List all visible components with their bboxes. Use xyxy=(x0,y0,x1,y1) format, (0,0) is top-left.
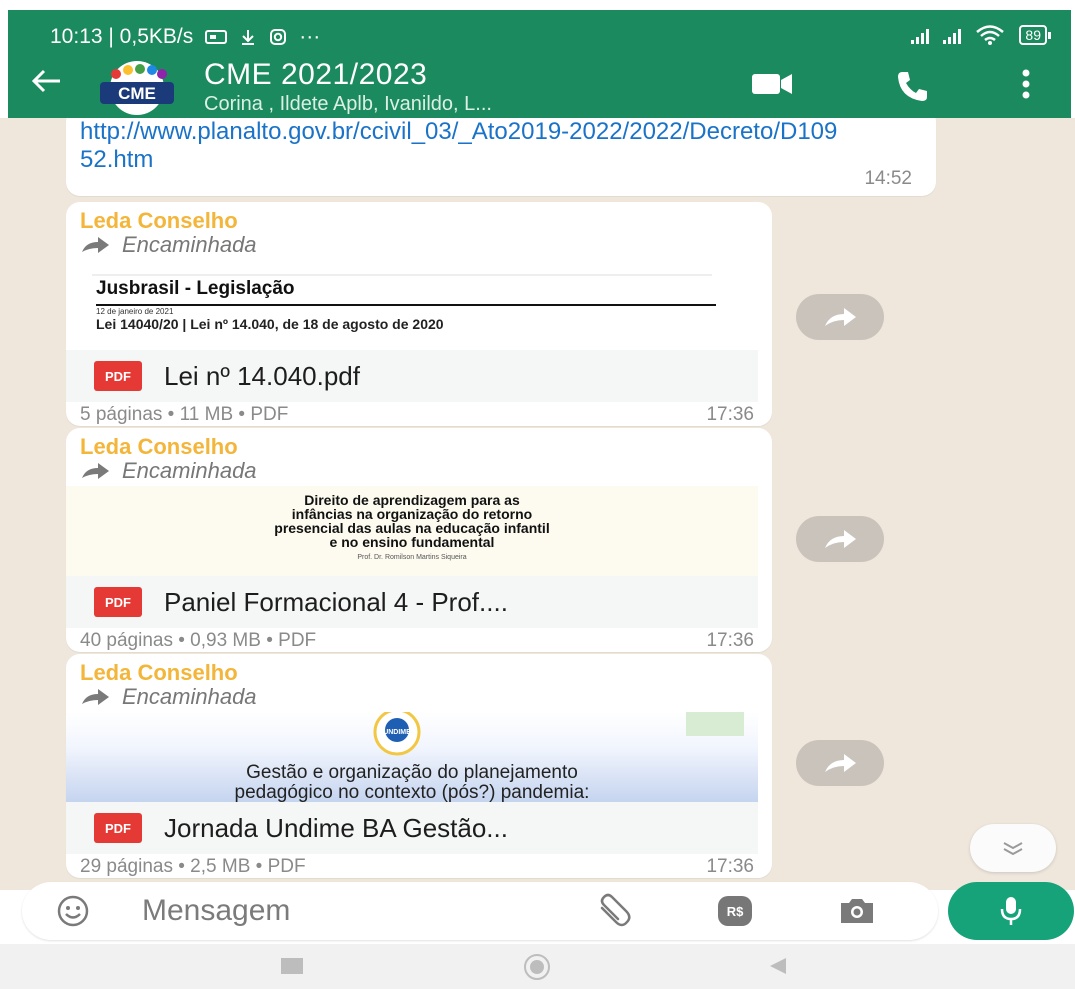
file-name: Paniel Formacional 4 - Prof.... xyxy=(164,586,508,617)
app-bar: CME CME 2021/2023 Corina , Ildete Aplb, … xyxy=(8,56,1071,118)
forwarded-label: Encaminhada xyxy=(80,684,257,710)
logo-text: UNDIME xyxy=(383,729,411,736)
video-call-button[interactable] xyxy=(750,68,794,103)
message-time: 17:36 xyxy=(706,630,754,651)
forward-button[interactable] xyxy=(796,516,884,562)
preview-title: Jusbrasil - Legislação xyxy=(96,278,295,299)
forwarded-label: Encaminhada xyxy=(80,458,257,484)
arrow-left-icon xyxy=(31,69,60,93)
preview-line: Gestão e organização do planejamento xyxy=(246,762,578,783)
pdf-icon: PDF xyxy=(94,361,142,391)
message-time: 17:36 xyxy=(706,404,754,425)
preview-line: pedagógico no contexto (pós?) pandemia: xyxy=(234,782,590,802)
download-icon xyxy=(242,30,255,45)
signal-icon xyxy=(911,26,930,44)
forward-button[interactable] xyxy=(796,294,884,340)
voice-message-button[interactable] xyxy=(948,882,1074,940)
document-message[interactable]: Leda Conselho Encaminhada Jusbrasil - Le… xyxy=(66,202,772,426)
sender-name: Leda Conselho xyxy=(80,208,238,233)
message-time: 17:36 xyxy=(706,856,754,877)
avatar-text: CME xyxy=(118,84,156,103)
preview-date: 12 de janeiro de 2021 xyxy=(96,307,174,316)
recent-apps-button[interactable] xyxy=(281,958,303,974)
preview-subtitle: Lei 14040/20 | Lei nº 14.040, de 18 de a… xyxy=(96,316,444,332)
forwarded-text: Encaminhada xyxy=(122,684,257,709)
phone-icon xyxy=(898,72,927,101)
sender-name: Leda Conselho xyxy=(80,660,238,685)
kebab-menu-icon xyxy=(1022,69,1030,99)
share-arrow-icon xyxy=(825,308,856,326)
emoji-icon xyxy=(57,895,89,927)
home-button[interactable] xyxy=(524,954,550,980)
preview-line: e no ensino fundamental xyxy=(329,534,495,550)
file-row[interactable]: PDF Jornada Undime BA Gestão... xyxy=(66,802,758,854)
group-avatar[interactable]: CME xyxy=(86,60,188,116)
battery-icon: 89 xyxy=(1019,25,1051,45)
signal-icon-2 xyxy=(943,26,962,44)
emoji-button[interactable] xyxy=(56,894,90,933)
preview-author: Prof. Dr. Romilson Martins Siqueira xyxy=(357,554,467,561)
document-message[interactable]: Leda Conselho Encaminhada UNDIME Gestão … xyxy=(66,654,772,878)
sender-name: Leda Conselho xyxy=(80,434,238,459)
message-bubble-link[interactable]: http://www.planalto.gov.br/ccivil_03/_At… xyxy=(66,118,936,196)
forwarded-text: Encaminhada xyxy=(122,458,257,483)
pdf-icon: PDF xyxy=(94,587,142,617)
file-name: Jornada Undime BA Gestão... xyxy=(164,812,508,843)
payment-button[interactable]: R$ xyxy=(718,896,752,926)
forward-icon xyxy=(82,689,109,705)
forward-icon xyxy=(82,237,109,253)
undime-logo: UNDIME xyxy=(373,712,421,756)
message-input[interactable] xyxy=(142,892,562,930)
forward-button[interactable] xyxy=(796,740,884,786)
wifi-icon xyxy=(976,25,1005,45)
message-time: 14:52 xyxy=(864,168,912,189)
pdf-icon: PDF xyxy=(94,813,142,843)
status-bar: 10:13 | 0,5KB/s ··· 89 xyxy=(8,10,1071,56)
file-meta: 5 páginas • 11 MB • PDF xyxy=(80,404,289,425)
system-navigation-bar xyxy=(0,944,1075,989)
chat-title[interactable]: CME 2021/2023 xyxy=(204,58,427,92)
chat-area[interactable]: http://www.planalto.gov.br/ccivil_03/_At… xyxy=(0,118,1075,890)
voice-call-button[interactable] xyxy=(894,68,930,109)
message-link[interactable]: http://www.planalto.gov.br/ccivil_03/_At… xyxy=(80,118,840,174)
share-arrow-icon xyxy=(825,530,856,548)
forwarded-label: Encaminhada xyxy=(80,232,257,258)
currency-label: R$ xyxy=(726,903,744,919)
file-row[interactable]: PDF Paniel Formacional 4 - Prof.... xyxy=(66,576,758,628)
video-camera-icon xyxy=(752,74,792,94)
document-preview[interactable]: UNDIME Gestão e organização do planejame… xyxy=(66,712,758,802)
camera-icon xyxy=(841,899,873,923)
forward-icon xyxy=(82,463,109,479)
document-message[interactable]: Leda Conselho Encaminhada Direito de apr… xyxy=(66,428,772,652)
status-right: 89 xyxy=(911,24,1051,46)
status-time-speed: 10:13 | 0,5KB/s xyxy=(50,25,194,48)
share-arrow-icon xyxy=(825,754,856,772)
chat-participants[interactable]: Corina , Ildete Aplb, Ivanildo, L... xyxy=(204,93,492,116)
notification-icon xyxy=(205,30,228,44)
file-name: Lei nº 14.040.pdf xyxy=(164,360,360,391)
back-triangle-icon[interactable] xyxy=(768,956,788,976)
double-chevron-down-icon xyxy=(1003,842,1023,856)
instagram-icon xyxy=(270,29,287,45)
home-circle-icon xyxy=(530,960,544,974)
document-preview[interactable]: Jusbrasil - Legislação 12 de janeiro de … xyxy=(66,260,758,350)
message-composer: R$ xyxy=(22,882,938,940)
document-preview[interactable]: Direito de aprendizagem para as infância… xyxy=(66,486,758,576)
more-notifications: ··· xyxy=(299,25,321,48)
chat-header: 10:13 | 0,5KB/s ··· 89 CME CME 2021/2023… xyxy=(8,10,1071,118)
forwarded-text: Encaminhada xyxy=(122,232,257,257)
file-meta: 29 páginas • 2,5 MB • PDF xyxy=(80,856,306,877)
paperclip-icon xyxy=(600,893,631,927)
file-row[interactable]: PDF Lei nº 14.040.pdf xyxy=(66,350,758,402)
file-meta: 40 páginas • 0,93 MB • PDF xyxy=(80,630,317,651)
more-options-button[interactable] xyxy=(1020,68,1032,105)
back-button[interactable] xyxy=(30,66,62,102)
status-left: 10:13 | 0,5KB/s ··· xyxy=(50,25,320,49)
microphone-icon xyxy=(1000,897,1022,925)
attach-button[interactable] xyxy=(594,892,634,937)
scroll-down-button[interactable] xyxy=(970,824,1056,872)
camera-button[interactable] xyxy=(838,896,876,931)
